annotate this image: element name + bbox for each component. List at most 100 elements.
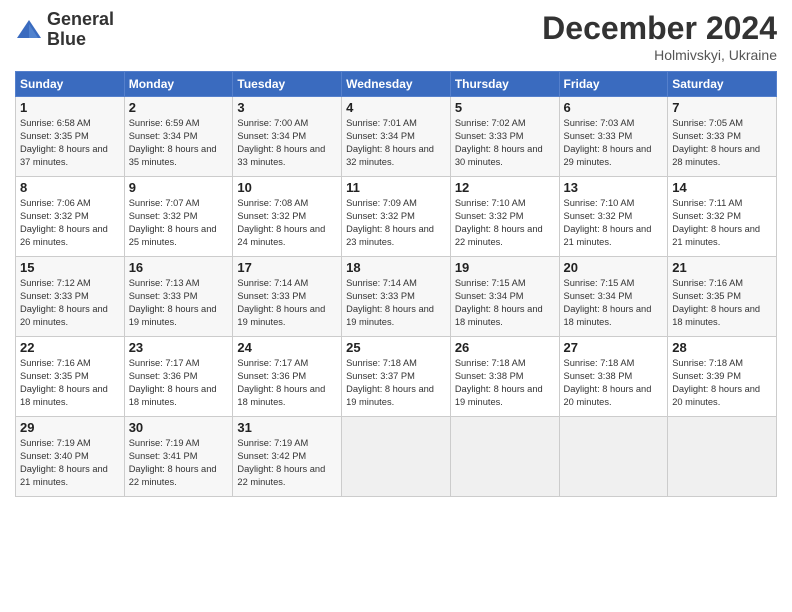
day-detail-text: Sunrise: 7:05 AM Sunset: 3:33 PM Dayligh… [672,117,772,169]
col-tuesday: Tuesday [233,72,342,97]
day-detail-text: Sunrise: 7:18 AM Sunset: 3:38 PM Dayligh… [564,357,664,409]
day-detail-text: Sunrise: 7:19 AM Sunset: 3:42 PM Dayligh… [237,437,337,489]
day-detail-text: Sunrise: 7:18 AM Sunset: 3:39 PM Dayligh… [672,357,772,409]
table-row: 24Sunrise: 7:17 AM Sunset: 3:36 PM Dayli… [233,337,342,417]
day-detail-text: Sunrise: 7:02 AM Sunset: 3:33 PM Dayligh… [455,117,555,169]
day-number: 3 [237,100,337,115]
day-number: 20 [564,260,664,275]
table-row [668,417,777,497]
col-wednesday: Wednesday [342,72,451,97]
page-header: General Blue December 2024 Holmivskyi, U… [15,10,777,63]
table-row: 3Sunrise: 7:00 AM Sunset: 3:34 PM Daylig… [233,97,342,177]
day-number: 13 [564,180,664,195]
day-detail-text: Sunrise: 7:19 AM Sunset: 3:40 PM Dayligh… [20,437,120,489]
day-detail-text: Sunrise: 7:12 AM Sunset: 3:33 PM Dayligh… [20,277,120,329]
table-row: 14 Sunrise: 7:11 AM Sunset: 3:32 PM Dayli… [668,177,777,257]
table-row: 29 Sunrise: 7:19 AM Sunset: 3:40 PM Dayli… [16,417,125,497]
col-friday: Friday [559,72,668,97]
table-row: 10 Sunrise: 7:08 AM Sunset: 3:32 PM Dayli… [233,177,342,257]
table-row [559,417,668,497]
day-detail-text: Sunrise: 7:06 AM Sunset: 3:32 PM Dayligh… [20,197,120,249]
table-row: 22Sunrise: 7:16 AM Sunset: 3:35 PM Dayli… [16,337,125,417]
day-number: 8 [20,180,120,195]
day-detail-text: Sunrise: 7:03 AM Sunset: 3:33 PM Dayligh… [564,117,664,169]
day-detail-text: Sunrise: 7:11 AM Sunset: 3:32 PM Dayligh… [672,197,772,249]
day-detail-text: Sunrise: 7:10 AM Sunset: 3:32 PM Dayligh… [455,197,555,249]
day-number: 18 [346,260,446,275]
day-number: 31 [237,420,337,435]
day-detail-text: Sunrise: 7:16 AM Sunset: 3:35 PM Dayligh… [672,277,772,329]
day-number: 30 [129,420,229,435]
day-detail-text: Sunrise: 7:18 AM Sunset: 3:38 PM Dayligh… [455,357,555,409]
logo: General Blue [15,10,114,50]
table-row: 21 Sunrise: 7:16 AM Sunset: 3:35 PM Dayli… [668,257,777,337]
table-row: 6Sunrise: 7:03 AM Sunset: 3:33 PM Daylig… [559,97,668,177]
table-row: 26Sunrise: 7:18 AM Sunset: 3:38 PM Dayli… [450,337,559,417]
table-row [342,417,451,497]
table-row: 11 Sunrise: 7:09 AM Sunset: 3:32 PM Dayli… [342,177,451,257]
col-thursday: Thursday [450,72,559,97]
day-number: 21 [672,260,772,275]
day-detail-text: Sunrise: 7:15 AM Sunset: 3:34 PM Dayligh… [564,277,664,329]
day-number: 14 [672,180,772,195]
day-detail-text: Sunrise: 7:08 AM Sunset: 3:32 PM Dayligh… [237,197,337,249]
day-number: 10 [237,180,337,195]
calendar-week-row: 8 Sunrise: 7:06 AM Sunset: 3:32 PM Daylig… [16,177,777,257]
day-detail-text: Sunrise: 7:19 AM Sunset: 3:41 PM Dayligh… [129,437,229,489]
table-row: 1 Sunrise: 6:58 AM Sunset: 3:35 PM Daylig… [16,97,125,177]
day-number: 4 [346,100,446,115]
table-row: 7 Sunrise: 7:05 AM Sunset: 3:33 PM Daylig… [668,97,777,177]
day-detail-text: Sunrise: 6:59 AM Sunset: 3:34 PM Dayligh… [129,117,229,169]
day-number: 7 [672,100,772,115]
day-detail-text: Sunrise: 7:14 AM Sunset: 3:33 PM Dayligh… [346,277,446,329]
day-number: 2 [129,100,229,115]
table-row: 16 Sunrise: 7:13 AM Sunset: 3:33 PM Dayli… [124,257,233,337]
page-container: General Blue December 2024 Holmivskyi, U… [0,0,792,505]
col-sunday: Sunday [16,72,125,97]
logo-line2: Blue [47,30,114,50]
logo-text: General Blue [47,10,114,50]
day-number: 15 [20,260,120,275]
col-monday: Monday [124,72,233,97]
day-detail-text: Sunrise: 7:17 AM Sunset: 3:36 PM Dayligh… [129,357,229,409]
day-number: 29 [20,420,120,435]
month-title: December 2024 [542,10,777,47]
day-number: 23 [129,340,229,355]
day-detail-text: Sunrise: 6:58 AM Sunset: 3:35 PM Dayligh… [20,117,120,169]
day-number: 16 [129,260,229,275]
table-row: 13Sunrise: 7:10 AM Sunset: 3:32 PM Dayli… [559,177,668,257]
table-row: 9Sunrise: 7:07 AM Sunset: 3:32 PM Daylig… [124,177,233,257]
table-row: 31 Sunrise: 7:19 AM Sunset: 3:42 PM Dayli… [233,417,342,497]
calendar-table: Sunday Monday Tuesday Wednesday Thursday… [15,71,777,497]
day-number: 5 [455,100,555,115]
table-row: 19Sunrise: 7:15 AM Sunset: 3:34 PM Dayli… [450,257,559,337]
day-number: 12 [455,180,555,195]
table-row: 25Sunrise: 7:18 AM Sunset: 3:37 PM Dayli… [342,337,451,417]
day-detail-text: Sunrise: 7:13 AM Sunset: 3:33 PM Dayligh… [129,277,229,329]
day-detail-text: Sunrise: 7:15 AM Sunset: 3:34 PM Dayligh… [455,277,555,329]
day-number: 1 [20,100,120,115]
table-row: 23 Sunrise: 7:17 AM Sunset: 3:36 PM Dayli… [124,337,233,417]
calendar-week-row: 15 Sunrise: 7:12 AM Sunset: 3:33 PM Dayli… [16,257,777,337]
calendar-week-row: 1 Sunrise: 6:58 AM Sunset: 3:35 PM Daylig… [16,97,777,177]
calendar-header-row: Sunday Monday Tuesday Wednesday Thursday… [16,72,777,97]
table-row: 27 Sunrise: 7:18 AM Sunset: 3:38 PM Dayli… [559,337,668,417]
day-number: 24 [237,340,337,355]
table-row: 8 Sunrise: 7:06 AM Sunset: 3:32 PM Daylig… [16,177,125,257]
location-subtitle: Holmivskyi, Ukraine [542,47,777,63]
calendar-week-row: 29 Sunrise: 7:19 AM Sunset: 3:40 PM Dayli… [16,417,777,497]
day-detail-text: Sunrise: 7:09 AM Sunset: 3:32 PM Dayligh… [346,197,446,249]
day-number: 11 [346,180,446,195]
day-number: 27 [564,340,664,355]
day-detail-text: Sunrise: 7:14 AM Sunset: 3:33 PM Dayligh… [237,277,337,329]
day-number: 28 [672,340,772,355]
day-detail-text: Sunrise: 7:16 AM Sunset: 3:35 PM Dayligh… [20,357,120,409]
table-row: 5 Sunrise: 7:02 AM Sunset: 3:33 PM Daylig… [450,97,559,177]
table-row: 2 Sunrise: 6:59 AM Sunset: 3:34 PM Daylig… [124,97,233,177]
calendar-week-row: 22Sunrise: 7:16 AM Sunset: 3:35 PM Dayli… [16,337,777,417]
table-row [450,417,559,497]
title-block: December 2024 Holmivskyi, Ukraine [542,10,777,63]
day-number: 17 [237,260,337,275]
table-row: 4Sunrise: 7:01 AM Sunset: 3:34 PM Daylig… [342,97,451,177]
table-row: 12 Sunrise: 7:10 AM Sunset: 3:32 PM Dayli… [450,177,559,257]
